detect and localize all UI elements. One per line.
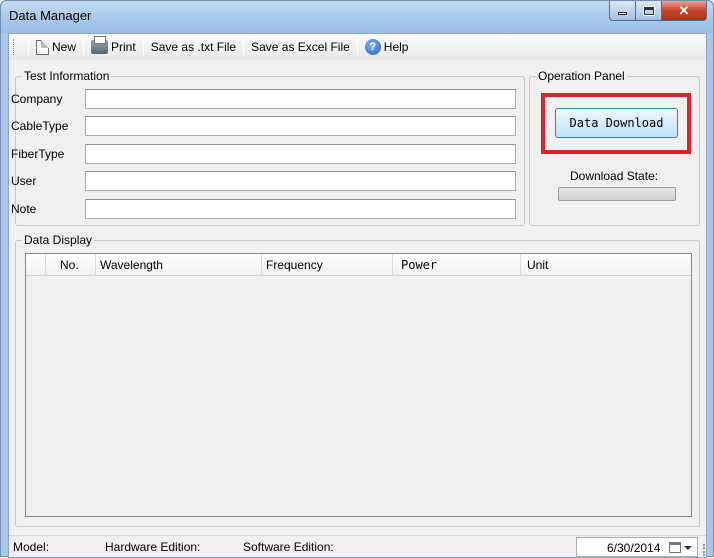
- grid-column-header-selector[interactable]: [26, 254, 46, 276]
- toolbar-separator: [83, 39, 85, 55]
- grid-column-header-unit[interactable]: Unit: [521, 254, 691, 276]
- maximize-button[interactable]: [636, 1, 662, 21]
- company-input[interactable]: [85, 89, 516, 109]
- help-icon: ?: [364, 39, 381, 55]
- help-button[interactable]: ? Help: [363, 39, 411, 55]
- toolbar-grip[interactable]: [13, 39, 17, 55]
- operation-panel-group: Operation Panel Data Download Download S…: [529, 69, 700, 226]
- save-txt-button-label: Save as .txt File: [150, 40, 237, 54]
- software-edition-label: Software Edition:: [243, 540, 334, 554]
- grid-column-header-power[interactable]: Power: [393, 254, 521, 276]
- user-label: User: [11, 174, 37, 188]
- user-input[interactable]: [85, 171, 516, 191]
- chevron-down-icon[interactable]: [684, 546, 692, 550]
- company-label: Company: [11, 92, 63, 106]
- save-excel-button-label: Save as Excel File: [251, 40, 350, 54]
- printer-icon: [91, 36, 109, 54]
- status-bar: Model: Hardware Edition: Software Editio…: [9, 535, 706, 557]
- toolbar-separator: [243, 39, 245, 55]
- data-grid-header: No. Wavelength Frequency Power Unit: [26, 254, 691, 276]
- operation-panel-legend: Operation Panel: [536, 69, 627, 83]
- download-progress-bar: [558, 187, 676, 201]
- data-display-group: Data Display No. Wavelength Frequency Po…: [15, 233, 700, 527]
- grid-column-header-wavelength[interactable]: Wavelength: [96, 254, 262, 276]
- test-information-group: Test Information Company CableType Fiber…: [11, 69, 525, 226]
- cable-type-input[interactable]: [85, 116, 516, 136]
- fiber-type-label: FiberType: [11, 147, 65, 161]
- window-controls: ✕: [609, 1, 707, 21]
- minimize-icon: [618, 12, 627, 15]
- note-input[interactable]: [85, 199, 516, 219]
- save-excel-button[interactable]: Save as Excel File: [249, 40, 352, 54]
- save-txt-button[interactable]: Save as .txt File: [149, 40, 238, 54]
- hardware-edition-label: Hardware Edition:: [105, 540, 201, 554]
- toolbar-separator: [356, 39, 358, 55]
- calendar-icon[interactable]: [669, 542, 681, 553]
- print-button-label: Print: [111, 40, 136, 54]
- size-grip[interactable]: [699, 544, 705, 556]
- close-button[interactable]: ✕: [662, 1, 707, 21]
- grid-column-header-frequency[interactable]: Frequency: [262, 254, 393, 276]
- date-picker[interactable]: 6/30/2014: [576, 537, 698, 557]
- minimize-button[interactable]: [609, 1, 636, 21]
- new-button-label: New: [52, 40, 77, 54]
- note-label: Note: [11, 202, 37, 216]
- print-button[interactable]: Print: [89, 36, 138, 54]
- title-bar[interactable]: Data Manager ✕: [1, 1, 713, 33]
- data-grid[interactable]: No. Wavelength Frequency Power Unit: [25, 253, 692, 517]
- app-window: Data Manager ✕ New Print Save as .txt Fi…: [0, 0, 714, 558]
- new-document-icon: [36, 39, 49, 55]
- data-download-button[interactable]: Data Download: [555, 108, 678, 138]
- maximize-icon: [642, 5, 655, 16]
- toolbar-separator: [142, 39, 144, 55]
- new-button[interactable]: New: [34, 39, 78, 55]
- window-title: Data Manager: [9, 8, 92, 23]
- help-button-label: Help: [383, 40, 409, 54]
- close-icon: ✕: [678, 2, 690, 18]
- download-state-label: Download State:: [570, 169, 659, 183]
- fiber-type-input[interactable]: [85, 144, 516, 164]
- cable-type-label: CableType: [11, 119, 69, 133]
- grid-column-header-no[interactable]: No.: [46, 254, 96, 276]
- model-label: Model:: [13, 540, 50, 554]
- date-value: 6/30/2014: [607, 541, 661, 555]
- toolbar: New Print Save as .txt File Save as Exce…: [9, 34, 706, 60]
- test-information-legend: Test Information: [22, 69, 112, 83]
- data-display-legend: Data Display: [22, 233, 95, 247]
- toolbar-separator: [28, 39, 29, 55]
- client-area: New Print Save as .txt File Save as Exce…: [8, 33, 707, 558]
